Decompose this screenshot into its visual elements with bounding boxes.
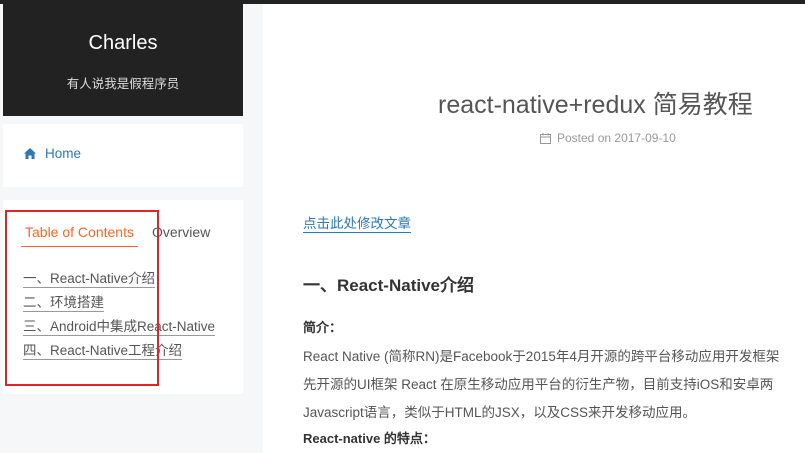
paragraph-line: Javascript语言，类似于HTML的JSX，以及CSS来开发移动应用。	[303, 405, 697, 420]
post-meta-prefix: Posted on	[557, 131, 612, 145]
paragraph-line: 先开源的UI框架 React 在原生移动应用平台的衍生产物，目前支持iOS和安卓…	[303, 377, 774, 392]
post-content: react-native+redux 简易教程 Posted on 2017-0…	[263, 4, 805, 453]
post-meta: Posted on 2017-09-10	[540, 131, 676, 145]
menu-item-home[interactable]: Home	[24, 146, 81, 161]
site-brand: Charles 有人说我是假程序员	[3, 4, 243, 116]
toc-list: 一、React-Native介绍 二、环境搭建 三、Android中集成Reac…	[23, 270, 243, 366]
calendar-icon	[540, 132, 551, 144]
edit-post-link[interactable]: 点击此处修改文章	[303, 215, 411, 233]
post-title: react-native+redux 简易教程	[438, 91, 753, 119]
site-menu: Home	[3, 124, 243, 187]
intro-paragraph: React Native (简称RN)是Facebook于2015年4月开源的跨…	[303, 343, 805, 427]
tab-table-of-contents[interactable]: Table of Contents	[21, 223, 138, 247]
home-icon	[24, 148, 36, 159]
post-date: 2017-09-10	[614, 131, 676, 145]
sidebar: Table of Contents Overview 一、React-Nativ…	[3, 200, 243, 394]
section-heading: 一、React-Native介绍	[303, 276, 474, 295]
paragraph-line: React Native (简称RN)是Facebook于2015年4月开源的跨…	[303, 349, 780, 364]
sidebar-tabs: Table of Contents Overview	[21, 223, 210, 247]
features-label: React-native 的特点：	[303, 431, 436, 446]
tab-overview[interactable]: Overview	[152, 223, 210, 247]
menu-home-label: Home	[45, 146, 82, 161]
toc-item[interactable]: 一、React-Native介绍	[23, 270, 156, 288]
toc-item[interactable]: 二、环境搭建	[23, 294, 104, 312]
toc-item[interactable]: 四、React-Native工程介绍	[23, 342, 183, 360]
toc-item[interactable]: 三、Android中集成React-Native	[23, 318, 216, 336]
intro-label: 简介：	[303, 320, 343, 335]
site-title[interactable]: Charles	[3, 31, 243, 55]
site-subtitle: 有人说我是假程序员	[66, 77, 180, 91]
